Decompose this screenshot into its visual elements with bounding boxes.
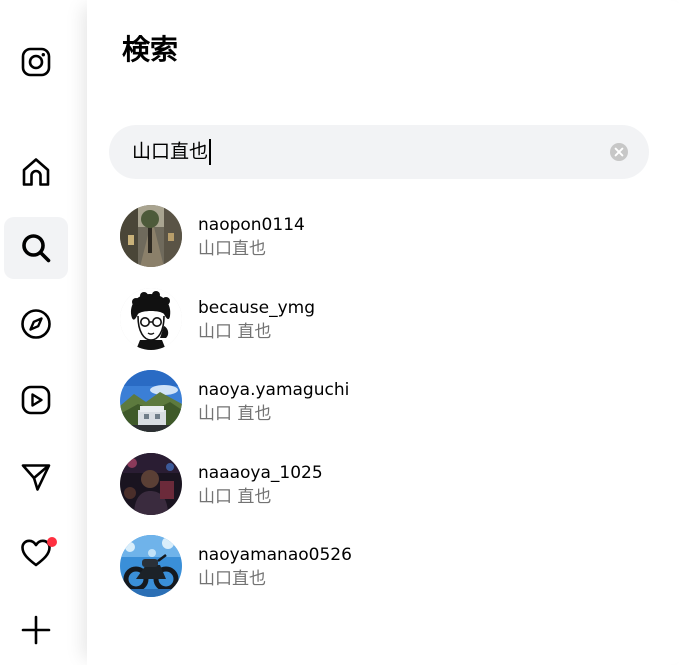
search-result-item[interactable]: naoya.yamaguchi 山口 直也 (120, 370, 660, 432)
reels-icon (21, 385, 51, 415)
search-panel: 検索 山口直也 naopon0114 山口直也 because_ymg 山口 直… (87, 0, 685, 665)
nav-messages[interactable] (4, 446, 68, 508)
avatar (120, 287, 182, 350)
avatar (120, 452, 182, 515)
nav-reels[interactable] (4, 369, 68, 431)
avatar (120, 370, 182, 432)
result-username: naaaoya_1025 (198, 462, 323, 483)
nav-home[interactable] (4, 141, 68, 203)
result-username: naoya.yamaguchi (198, 380, 350, 400)
nav-search[interactable] (4, 217, 68, 279)
result-username: naopon0114 (198, 215, 305, 235)
result-username: because_ymg (198, 297, 316, 318)
search-icon (22, 234, 51, 263)
search-input-value: 山口直也 (132, 139, 211, 165)
result-full-name: 山口直也 (198, 239, 266, 259)
home-icon (22, 158, 50, 186)
instagram-logo-icon (21, 47, 51, 77)
search-result-item[interactable]: naopon0114 山口直也 (120, 205, 660, 267)
result-full-name: 山口 直也 (198, 321, 272, 342)
nav-create[interactable] (4, 599, 68, 661)
avatar (120, 535, 182, 597)
messages-send-icon (21, 464, 51, 491)
nav-instagram-logo[interactable] (4, 31, 68, 93)
search-results-list: naopon0114 山口直也 because_ymg 山口 直也 naoya.… (120, 205, 660, 618)
result-username: naoyamanao0526 (198, 545, 352, 565)
search-result-item[interactable]: naaaoya_1025 山口 直也 (120, 452, 660, 515)
text-caret (209, 139, 211, 165)
search-result-item[interactable]: because_ymg 山口 直也 (120, 287, 660, 350)
explore-compass-icon (21, 309, 51, 339)
nav-explore[interactable] (4, 293, 68, 355)
clear-circle-icon[interactable] (609, 142, 629, 162)
result-full-name: 山口 直也 (198, 404, 272, 424)
sidebar-nav (0, 0, 72, 665)
avatar (120, 205, 182, 267)
create-plus-icon (21, 615, 51, 645)
search-result-item[interactable]: naoyamanao0526 山口直也 (120, 535, 660, 597)
result-full-name: 山口直也 (198, 569, 266, 589)
notification-badge (47, 537, 57, 547)
search-panel-title: 検索 (122, 33, 179, 66)
search-input[interactable]: 山口直也 (109, 125, 649, 179)
result-full-name: 山口 直也 (198, 486, 272, 507)
app-window: 検索 山口直也 naopon0114 山口直也 because_ymg 山口 直… (0, 0, 685, 665)
nav-notifications[interactable] (4, 522, 68, 584)
